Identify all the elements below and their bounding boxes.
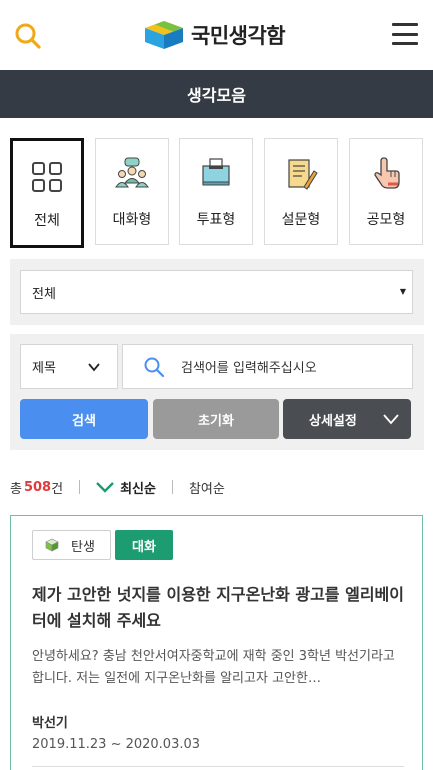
post-excerpt: 안녕하세요? 충남 천안서여자중학교에 재학 중인 3학년 박선기라고 합니다.… [32,649,395,686]
grid-icon [32,162,62,192]
search-field-select[interactable]: 제목 [20,344,118,389]
stage-badge: 탄생 [32,530,111,560]
category-select-value: 전체 [32,286,56,302]
post-tags: 탄생 대화 [32,530,173,560]
check-chevron-icon [96,482,114,493]
stage-label: 탄생 [71,539,95,555]
search-panel: 제목 검색어를 입력해주십시오 검색 초기화 상세설정 [10,334,424,450]
tab-all[interactable]: 전체 [10,138,84,248]
category-select[interactable]: 전체 ▼ [20,270,413,314]
post-author: 박선기 [32,716,68,731]
tab-label: 설문형 [281,212,321,228]
divider [79,480,81,494]
post-period: 2019.11.23 ~ 2020.03.03 [32,737,201,752]
advanced-settings-button[interactable]: 상세설정 [283,399,411,439]
hamburger-menu-icon[interactable] [392,23,418,45]
dropdown-arrow-icon: ▼ [399,287,406,296]
logo-text: 국민생각함 [191,24,286,48]
tab-conversation[interactable]: 대화형 [95,138,169,245]
sort-latest-label: 최신순 [120,481,156,497]
search-placeholder: 검색어를 입력해주십시오 [181,361,317,376]
tab-label: 투표형 [196,212,236,228]
sort-participation[interactable]: 참여순 [189,478,225,497]
search-button-label: 검색 [72,413,96,429]
search-icon[interactable] [14,22,42,50]
logo-cube-icon [145,21,183,49]
search-icon [144,357,165,377]
type-badge: 대화 [115,530,173,560]
tab-label: 대화형 [112,212,152,228]
people-icon [115,157,149,188]
tab-label: 공모형 [366,212,406,228]
post-title[interactable]: 제가 고안한 넛지를 이용한 지구온난화 광고를 엘리베이터에 설치해 주세요 [32,582,407,634]
post-card[interactable]: 탄생 대화 제가 고안한 넛지를 이용한 지구온난화 광고를 엘리베이터에 설치… [10,515,423,770]
reset-button[interactable]: 초기화 [153,399,279,439]
total-count: 508 [23,479,52,495]
header: 국민생각함 [0,0,433,70]
sort-latest[interactable]: 최신순 [96,478,156,497]
cube-icon [45,538,59,552]
chevron-down-icon [88,363,100,372]
tab-contest[interactable]: 공모형 [349,138,423,245]
total-prefix: 총 [10,481,22,497]
divider [171,480,173,494]
logo[interactable]: 국민생각함 [143,18,286,52]
page-title-bar: 생각모음 [0,70,433,118]
type-label: 대화 [132,539,156,555]
search-input[interactable]: 검색어를 입력해주십시오 [122,344,413,389]
ballot-box-icon [202,158,230,186]
hand-pointer-icon [374,157,400,189]
category-tabs: 전체 대화형 투표형 설문형 공모형 [10,138,424,248]
result-summary: 총 508 건 최신순 참여순 [10,476,424,498]
advanced-settings-label: 상세설정 [309,413,357,429]
chevron-down-icon [383,414,399,425]
search-button[interactable]: 검색 [20,399,148,439]
total-suffix: 건 [51,481,64,497]
tab-survey[interactable]: 설문형 [264,138,338,245]
tab-vote[interactable]: 투표형 [179,138,253,245]
page-title: 생각모음 [187,86,246,105]
survey-icon [288,159,318,190]
filter-panel: 전체 ▼ [10,259,424,325]
divider [32,766,404,767]
reset-button-label: 초기화 [198,413,234,429]
search-field-value: 제목 [32,361,56,376]
tab-label: 전체 [34,213,60,229]
